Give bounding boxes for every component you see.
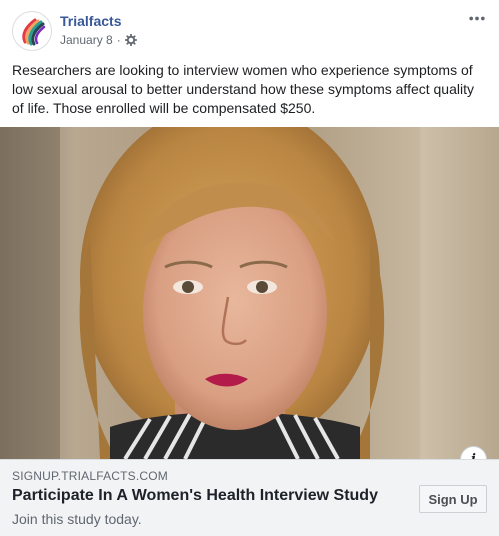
- ad-image[interactable]: [0, 127, 499, 459]
- facebook-ad-post: Trialfacts January 8 · Researchers are l…: [0, 0, 499, 536]
- page-name-link[interactable]: Trialfacts: [60, 13, 121, 29]
- trialfacts-logo-icon: [22, 18, 46, 46]
- post-body-text: Researchers are looking to interview wom…: [12, 62, 474, 116]
- post-meta: January 8 ·: [60, 33, 137, 47]
- meta-separator: ·: [116, 33, 121, 47]
- post-date[interactable]: January 8: [60, 33, 113, 47]
- link-headline[interactable]: Participate In A Women's Health Intervie…: [12, 487, 378, 505]
- link-domain: SIGNUP.TRIALFACTS.COM: [12, 469, 169, 483]
- link-description: Join this study today.: [12, 511, 142, 527]
- more-options-icon[interactable]: [465, 8, 489, 28]
- post-header: Trialfacts January 8 ·: [0, 0, 499, 58]
- gear-icon: [124, 33, 137, 47]
- sign-up-button[interactable]: Sign Up: [419, 485, 487, 513]
- woman-portrait-photo: [0, 127, 499, 459]
- trialfacts-logo-avatar[interactable]: [12, 11, 52, 51]
- link-preview-card[interactable]: SIGNUP.TRIALFACTS.COM Participate In A W…: [0, 459, 499, 536]
